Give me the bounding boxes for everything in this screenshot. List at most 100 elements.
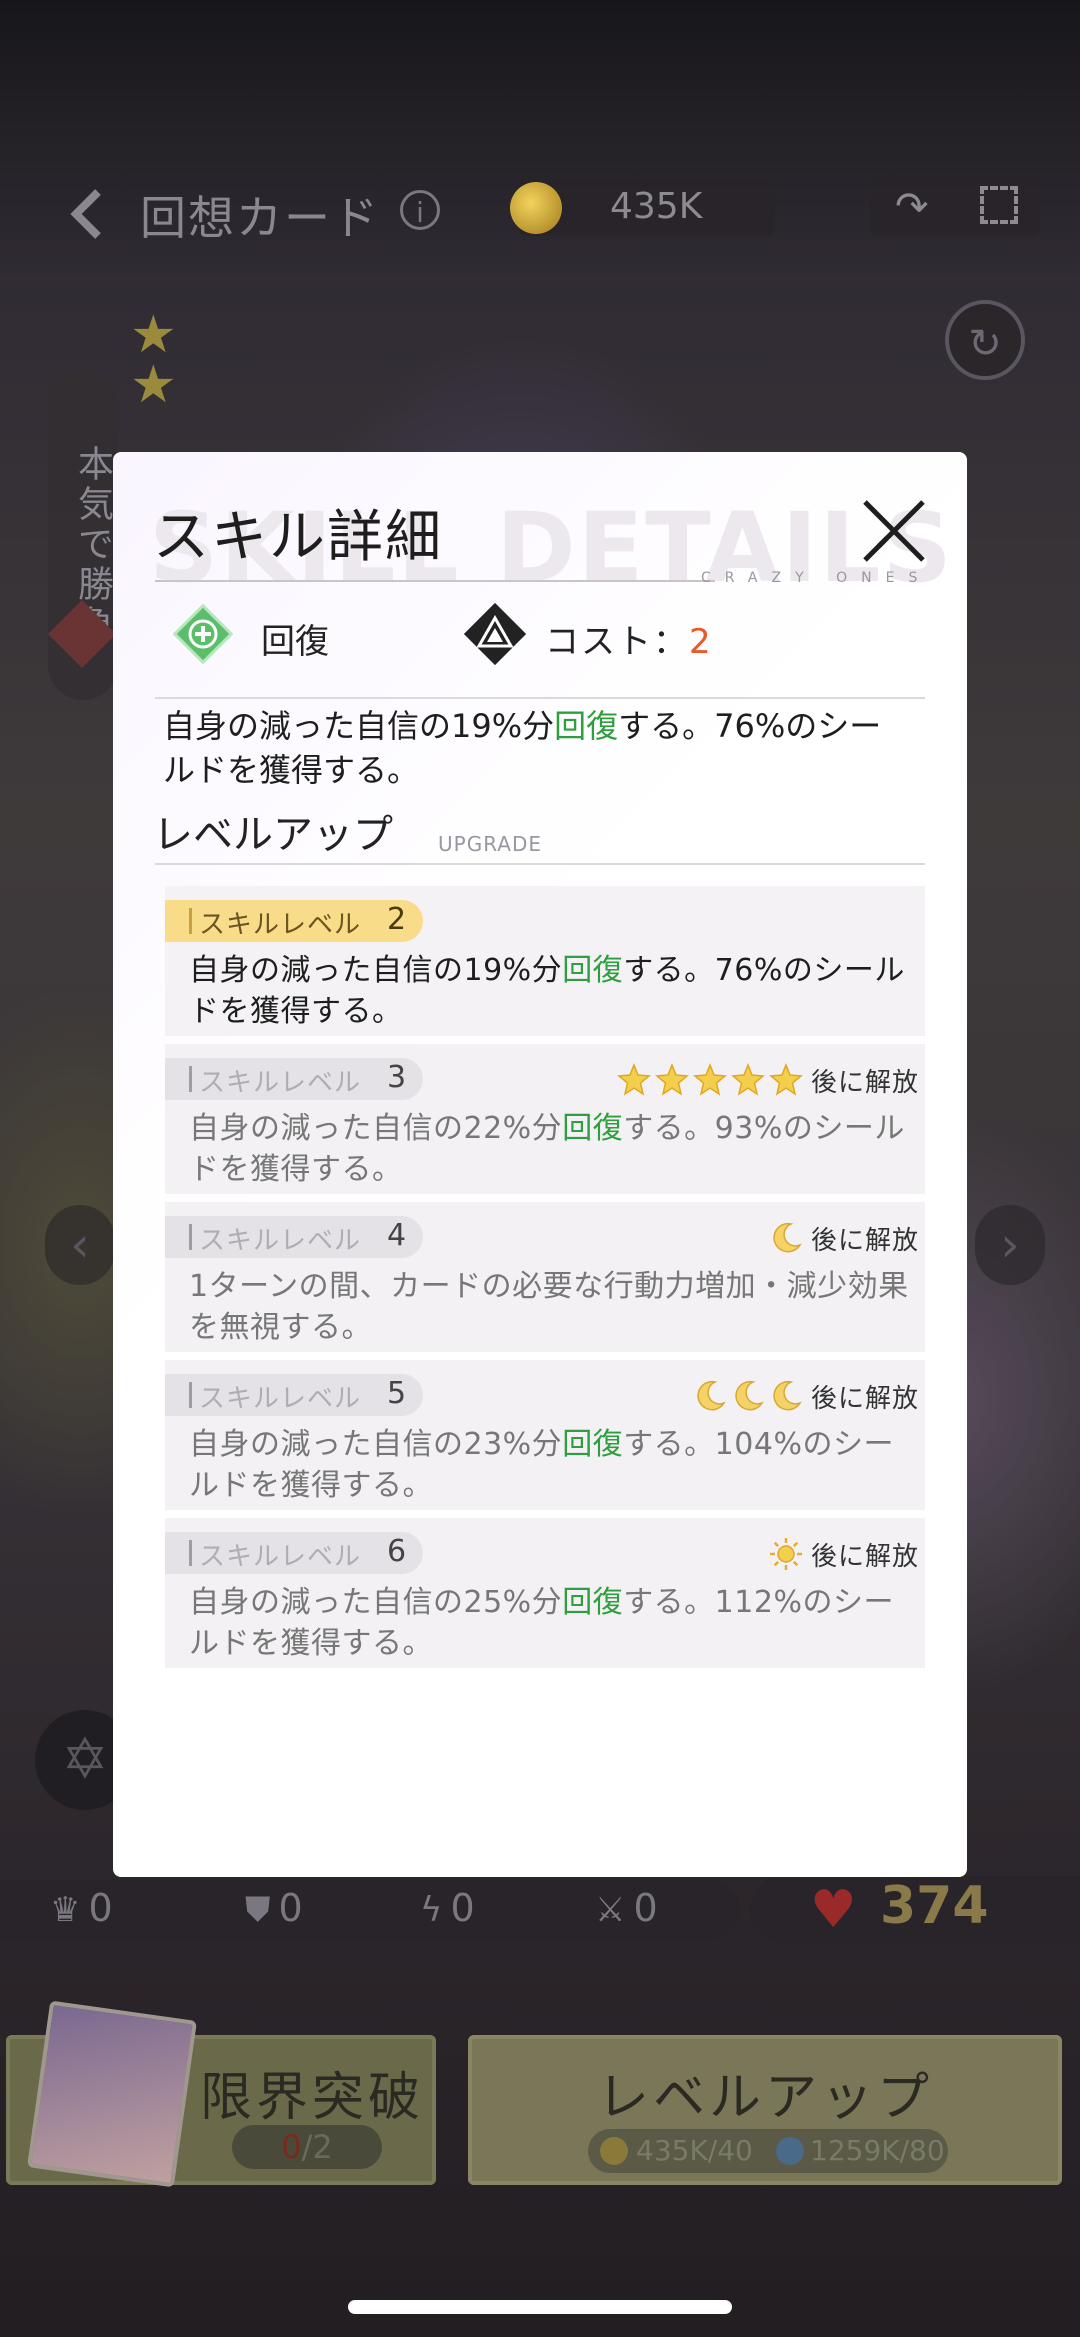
lightning-icon: ϟ	[420, 1890, 443, 1930]
prev-card-button[interactable]: ‹	[45, 1205, 115, 1285]
exp-icon	[776, 2137, 804, 2165]
level-up-label: レベルアップ	[596, 2068, 933, 2128]
level-desc-pre: 自身の減った自信の25%分	[189, 1585, 563, 1620]
stat-shield: ⛊ 0	[245, 1886, 303, 1930]
level-up-cost: 435K/40 1259K/80	[588, 2129, 948, 2173]
skill-level-number: 6	[387, 1534, 407, 1569]
shield-icon: ⛊	[245, 1890, 271, 1930]
close-icon[interactable]	[859, 496, 929, 566]
desc-heal-keyword: 回復	[554, 707, 619, 745]
skill-level-description: 自身の減った自信の25%分回復する。112%のシールドを獲得する。	[189, 1582, 909, 1664]
cost-label-text: コスト：	[545, 622, 689, 662]
skill-level-description: 自身の減った自信の23%分回復する。104%のシールドを獲得する。	[189, 1424, 909, 1506]
star-requirement-icons	[613, 1063, 803, 1097]
moon-requirement-icons	[765, 1221, 803, 1255]
header-divider	[155, 697, 925, 699]
hp-value: 374	[880, 1876, 989, 1936]
unlock-requirement: 後に解放	[613, 1060, 919, 1100]
cost-label: コスト：2	[545, 614, 713, 663]
limit-break-current: 0	[281, 2128, 302, 2166]
skill-level-label: スキルレベル	[199, 1542, 362, 1572]
refresh-icon[interactable]: ↻	[945, 300, 1025, 380]
level-up-button[interactable]: レベルアップ 435K/40 1259K/80	[468, 2035, 1062, 2185]
moon-icon	[773, 1380, 802, 1411]
level-desc-pre: 1ターンの間、カードの必要な行動力増加・減少効果を無視する。	[189, 1269, 909, 1345]
upgrade-section-subtitle: UPGRADE	[438, 832, 543, 856]
level-desc-heal: 回復	[562, 953, 624, 988]
card-portrait	[27, 2000, 197, 2188]
upgrade-section-title: レベルアップ	[153, 812, 393, 858]
skill-level-label: スキルレベル	[199, 1068, 362, 1098]
level-desc-pre: 自身の減った自信の19%分	[189, 953, 563, 988]
moon-icon	[735, 1380, 764, 1411]
back-icon[interactable]	[70, 188, 104, 240]
heart-icon: ♥	[810, 1880, 857, 1940]
cost-value: 2	[689, 622, 713, 662]
top-bar: 回想カード i 435K ↷	[70, 170, 1040, 260]
sun-requirement-icons	[765, 1537, 803, 1571]
badge-bar	[189, 1066, 192, 1092]
info-icon[interactable]: i	[400, 190, 440, 230]
skill-level-badge: スキルレベル 4	[165, 1216, 423, 1258]
badge-bar	[189, 908, 192, 934]
limit-break-total: /2	[301, 2128, 333, 2166]
coin-counter: 435K	[510, 180, 775, 236]
coin-amount: 435K	[610, 186, 703, 227]
skill-level-number: 5	[387, 1376, 407, 1411]
badge-bar	[189, 1224, 192, 1250]
unlock-requirement: 後に解放	[689, 1376, 919, 1416]
skill-level-label: スキルレベル	[199, 1384, 362, 1414]
level-desc-heal: 回復	[562, 1111, 624, 1146]
skill-level-item: スキルレベル 4 後に解放 1ターンの間、カードの必要な行動力増加・減少効果を無…	[165, 1202, 925, 1352]
heal-plus-icon	[173, 604, 233, 664]
stats-bar: ♛ 0 ⛊ 0 ϟ0 ⚔ 0	[0, 1880, 740, 1940]
skill-level-badge: スキルレベル 2	[165, 900, 423, 942]
cost-triangle-icon	[463, 602, 527, 666]
moon-requirement-icons	[689, 1379, 803, 1413]
star-icon	[693, 1063, 727, 1096]
unlock-requirement: 後に解放	[765, 1218, 919, 1258]
stat-shield-value: 0	[278, 1886, 303, 1930]
top-actions: ↷	[870, 176, 1040, 236]
unlock-text: 後に解放	[810, 1067, 919, 1098]
coin-icon	[600, 2137, 628, 2165]
next-card-button[interactable]: ›	[975, 1205, 1045, 1285]
home-indicator[interactable]	[348, 2300, 732, 2314]
desc-text-pre: 自身の減った自信の19%分	[163, 707, 555, 745]
skill-level-number: 2	[387, 902, 407, 937]
skill-level-badge: スキルレベル 3	[165, 1058, 423, 1100]
skill-level-item: スキルレベル 6 後に解放 自身の減った自信の25%分回復する。112%のシール…	[165, 1518, 925, 1668]
skill-level-label: スキルレベル	[199, 1226, 362, 1256]
level-desc-heal: 回復	[562, 1427, 624, 1462]
share-icon[interactable]: ↷	[895, 184, 929, 230]
skill-description: 自身の減った自信の19%分回復する。76%のシールドを獲得する。	[163, 704, 903, 792]
skill-type-label: 回復	[261, 622, 329, 662]
stat-lightning: ϟ0	[420, 1886, 475, 1930]
unlock-text: 後に解放	[810, 1383, 919, 1414]
limit-break-label: 限界突破	[200, 2068, 425, 2128]
moon-icon	[773, 1222, 802, 1253]
star-icon	[731, 1063, 765, 1096]
skill-level-label: スキルレベル	[199, 910, 362, 940]
level-desc-pre: 自身の減った自信の23%分	[189, 1427, 563, 1462]
crossed-swords-icon: ⚔	[595, 1890, 626, 1930]
unlock-text: 後に解放	[810, 1225, 919, 1256]
fullscreen-icon[interactable]	[980, 186, 1018, 224]
stat-swords: ⚔ 0	[595, 1886, 658, 1930]
level-up-coin-cost: 435K/40	[636, 2134, 753, 2167]
coin-icon	[510, 182, 562, 234]
moon-icon	[697, 1380, 726, 1411]
upgrade-divider	[155, 863, 925, 865]
modal-title: スキル詳細	[153, 505, 443, 570]
skill-level-item: スキルレベル 2 自身の減った自信の19%分回復する。76%のシールドを獲得する…	[165, 886, 925, 1036]
rarity-stars: ★ ★	[130, 305, 177, 415]
hp-display: ♥ 374	[750, 1876, 1080, 1942]
page-title: 回想カード	[140, 191, 380, 245]
star-icon	[617, 1063, 651, 1096]
level-up-exp-cost: 1259K/80	[810, 2134, 945, 2167]
skill-level-description: 自身の減った自信の22%分回復する。93%のシールドを獲得する。	[189, 1108, 909, 1190]
limit-break-count: 0/2	[232, 2125, 382, 2169]
star-icon	[655, 1063, 689, 1096]
skill-level-number: 3	[387, 1060, 407, 1095]
skill-level-badge: スキルレベル 5	[165, 1374, 423, 1416]
